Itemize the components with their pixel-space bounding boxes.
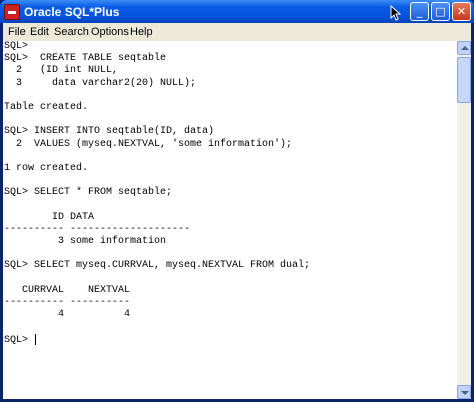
close-button[interactable]: ✕ xyxy=(452,2,471,21)
terminal-line: 4 4 xyxy=(4,309,131,321)
sqlplus-window: Oracle SQL*Plus _ □ ✕ File Edit Search O… xyxy=(0,0,474,402)
terminal-line: 3 some information xyxy=(4,236,167,247)
scroll-down-button[interactable] xyxy=(457,385,471,399)
sqlplus-app-icon[interactable] xyxy=(4,4,20,20)
menu-help[interactable]: Help xyxy=(130,23,153,41)
menu-file[interactable]: File xyxy=(8,23,26,41)
menu-options[interactable]: Options xyxy=(91,23,129,41)
terminal-line: SQL> INSERT INTO seqtable(ID, data) xyxy=(4,126,215,138)
terminal-line: CURRVAL NEXTVAL xyxy=(4,284,131,296)
menu-bar: File Edit Search Options Help xyxy=(3,23,471,41)
terminal-line: Table created. xyxy=(4,101,89,113)
terminal-line: SQL> xyxy=(4,41,29,52)
terminal-line: SQL> xyxy=(4,333,37,346)
maximize-button[interactable]: □ xyxy=(431,2,450,21)
terminal-line: 2 (ID int NULL, xyxy=(4,65,119,77)
terminal-line: 2 VALUES (myseq.NEXTVAL, 'some informati… xyxy=(4,138,293,150)
title-bar[interactable]: Oracle SQL*Plus _ □ ✕ xyxy=(0,0,474,23)
terminal-area[interactable]: SQL> SQL> CREATE TABLE seqtable 2 (ID int… xyxy=(3,41,457,399)
mouse-pointer-icon xyxy=(390,5,402,21)
terminal-line: ---------- ---------- xyxy=(4,296,131,308)
menu-edit[interactable]: Edit xyxy=(30,23,49,41)
terminal-line: 3 data varchar2(20) NULL); xyxy=(4,77,197,89)
minimize-button[interactable]: _ xyxy=(410,2,429,21)
scroll-up-button[interactable] xyxy=(457,41,471,55)
terminal-line: 1 row created. xyxy=(4,162,89,174)
scroll-up-icon xyxy=(461,46,469,50)
terminal-line: SQL> SELECT * FROM seqtable; xyxy=(4,187,173,199)
scroll-down-icon xyxy=(461,391,469,395)
scroll-thumb[interactable] xyxy=(457,57,471,103)
window-title: Oracle SQL*Plus xyxy=(24,5,120,19)
terminal-output[interactable]: SQL> SQL> CREATE TABLE seqtable 2 (ID int… xyxy=(4,41,456,399)
terminal-line: ID DATA xyxy=(4,211,95,223)
menu-search[interactable]: Search xyxy=(54,23,89,41)
vertical-scrollbar[interactable] xyxy=(457,41,471,399)
terminal-line: ---------- -------------------- xyxy=(4,223,191,235)
terminal-line: SQL> CREATE TABLE seqtable xyxy=(4,53,167,65)
terminal-line: SQL> SELECT myseq.CURRVAL, myseq.NEXTVAL… xyxy=(4,260,311,272)
text-cursor xyxy=(35,333,37,345)
